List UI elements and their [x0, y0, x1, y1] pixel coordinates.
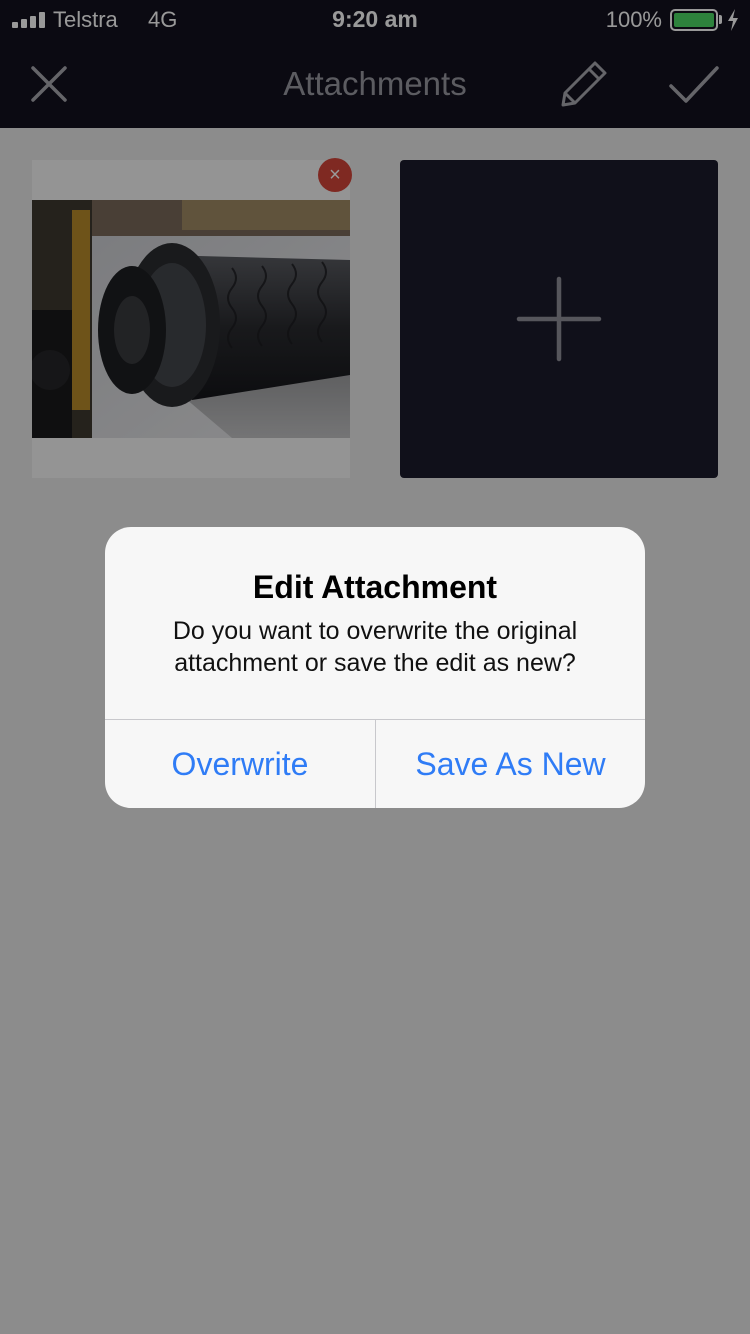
dialog-title: Edit Attachment: [252, 569, 498, 605]
edit-attachment-dialog: Edit Attachment Do you want to overwrite…: [105, 527, 645, 808]
overwrite-button[interactable]: Overwrite: [105, 720, 375, 808]
dialog-body: Edit Attachment Do you want to overwrite…: [105, 527, 645, 719]
dialog-message: Do you want to overwrite the original at…: [172, 617, 578, 677]
save-as-new-button[interactable]: Save As New: [376, 720, 645, 808]
